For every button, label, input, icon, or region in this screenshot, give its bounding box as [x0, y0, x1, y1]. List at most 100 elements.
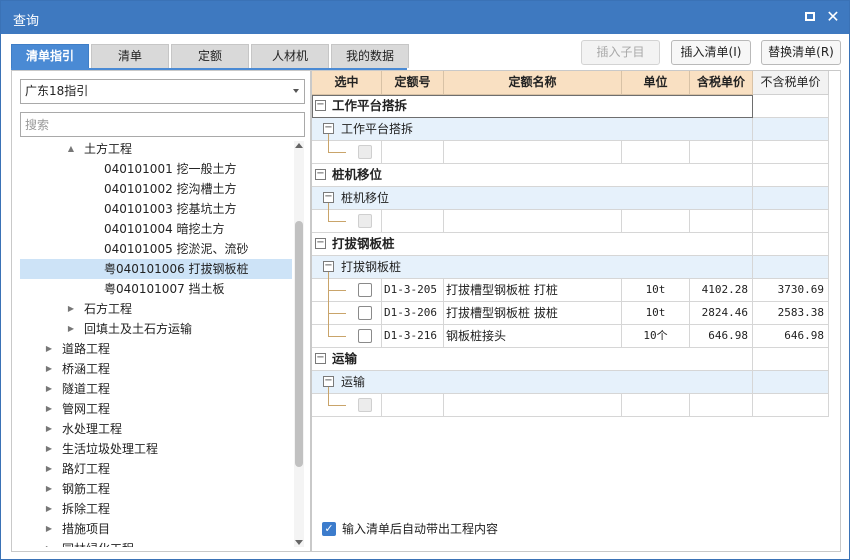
expand-arrow-icon[interactable]: ▶	[44, 399, 54, 419]
expand-arrow-icon[interactable]: ▶	[44, 339, 54, 359]
scroll-down-icon[interactable]	[295, 540, 303, 545]
quota-row[interactable]: D1-3-216 钢板桩接头 10个 646.98 646.98	[312, 325, 829, 348]
quota-row[interactable]	[312, 210, 829, 233]
col-quota-code[interactable]: 定额号	[382, 71, 444, 95]
row-checkbox[interactable]	[358, 306, 372, 320]
subgroup-row[interactable]: − 工作平台搭拆	[312, 118, 829, 141]
tab-list-guide[interactable]: 清单指引	[11, 44, 89, 68]
collapse-box-icon[interactable]: −	[323, 192, 334, 203]
quota-row[interactable]: D1-3-206 打拔槽型钢板桩 拔桩 10t 2824.46 2583.38	[312, 302, 829, 325]
select-cell[interactable]	[312, 394, 382, 416]
tree-item-040101003[interactable]: 040101003 挖基坑土方	[20, 199, 292, 219]
collapse-box-icon[interactable]: −	[323, 123, 334, 134]
tree-node[interactable]: ▶ 生活垃圾处理工程	[20, 439, 292, 459]
expand-arrow-icon[interactable]: ▶	[44, 359, 54, 379]
subgroup-row[interactable]: − 运输	[312, 371, 829, 394]
collapse-box-icon[interactable]: −	[323, 376, 334, 387]
price-notax-cell	[753, 210, 829, 232]
quota-row[interactable]: D1-3-205 打拔槽型钢板桩 打桩 10t 4102.28 3730.69	[312, 279, 829, 302]
col-quota-name[interactable]: 定额名称	[444, 71, 622, 95]
collapse-box-icon[interactable]: −	[315, 100, 326, 111]
quota-row[interactable]	[312, 394, 829, 417]
group-title: 桩机移位	[332, 167, 383, 182]
price-notax-cell	[753, 394, 829, 416]
col-unit[interactable]: 单位	[622, 71, 690, 95]
subgroup-title: 运输	[341, 375, 366, 389]
row-checkbox[interactable]	[358, 329, 372, 343]
expand-arrow-icon[interactable]: ▶	[44, 459, 54, 479]
tree-item-label: 桥涵工程	[62, 362, 111, 376]
tree-node[interactable]: ▶ 路灯工程	[20, 459, 292, 479]
expand-arrow-icon[interactable]: ▶	[66, 319, 76, 339]
collapse-box-icon[interactable]: −	[315, 169, 326, 180]
expand-arrow-icon[interactable]: ▶	[66, 299, 76, 319]
tree-node[interactable]: ▶ 园林绿化工程	[20, 539, 292, 547]
group-row[interactable]: − 工作平台搭拆	[312, 95, 829, 118]
subgroup-row[interactable]: − 打拔钢板桩	[312, 256, 829, 279]
tab-list[interactable]: 清单	[91, 44, 169, 68]
tree-node[interactable]: ▶ 回填土及土石方运输	[20, 319, 292, 339]
maximize-button[interactable]	[801, 8, 819, 26]
tree-node[interactable]: ▶ 钢筋工程	[20, 479, 292, 499]
tab-my-data[interactable]: 我的数据	[331, 44, 409, 68]
quota-row[interactable]	[312, 141, 829, 164]
scrollbar-thumb[interactable]	[295, 221, 303, 467]
title-bar[interactable]: 查询 ✕	[1, 1, 849, 34]
tree-node[interactable]: ▶ 水处理工程	[20, 419, 292, 439]
tree-item-040101005[interactable]: 040101005 挖淤泥、流砂	[20, 239, 292, 259]
insert-list-button[interactable]: 插入清单(I)	[671, 40, 751, 65]
expand-arrow-icon[interactable]: ▶	[44, 379, 54, 399]
expand-arrow-icon[interactable]: ▶	[44, 499, 54, 519]
tree-node[interactable]: ▶ 措施项目	[20, 519, 292, 539]
tree-node[interactable]: ▶ 拆除工程	[20, 499, 292, 519]
subgroup-row[interactable]: − 桩机移位	[312, 187, 829, 210]
group-row[interactable]: − 打拔钢板桩	[312, 233, 829, 256]
expand-arrow-icon[interactable]: ▶	[44, 479, 54, 499]
guide-library-select[interactable]: 广东18指引	[20, 79, 305, 104]
tree-node[interactable]: ▶ 道路工程	[20, 339, 292, 359]
search-input[interactable]	[20, 112, 305, 137]
tree-scrollbar[interactable]	[294, 141, 304, 547]
tree-node[interactable]: ▶ 管网工程	[20, 399, 292, 419]
col-price-without-tax[interactable]: 不含税单价	[753, 71, 829, 95]
col-price-with-tax[interactable]: 含税单价	[690, 71, 753, 95]
select-cell[interactable]	[312, 279, 382, 301]
tree-item-040101004[interactable]: 040101004 暗挖土方	[20, 219, 292, 239]
group-cell-tail	[753, 164, 829, 186]
tree-node[interactable]: ▶ 石方工程	[20, 299, 292, 319]
tab-labor-material-machine[interactable]: 人材机	[251, 44, 329, 68]
select-cell[interactable]	[312, 141, 382, 163]
tree-item-粤040101007[interactable]: 粤040101007 挡土板	[20, 279, 292, 299]
tree-item-粤040101006[interactable]: 粤040101006 打拔钢板桩	[20, 259, 292, 279]
collapse-box-icon[interactable]: −	[315, 238, 326, 249]
tree-node[interactable]: ▲ 土方工程	[20, 141, 292, 159]
close-button[interactable]: ✕	[824, 8, 842, 26]
expand-arrow-icon[interactable]: ▶	[44, 419, 54, 439]
select-cell[interactable]	[312, 210, 382, 232]
scroll-up-icon[interactable]	[295, 143, 303, 148]
collapse-arrow-icon[interactable]: ▲	[66, 141, 76, 159]
col-select[interactable]: 选中	[312, 71, 382, 95]
quota-code-cell: D1-3-206	[382, 302, 444, 324]
select-cell[interactable]	[312, 325, 382, 347]
select-cell[interactable]	[312, 302, 382, 324]
expand-arrow-icon[interactable]: ▶	[44, 519, 54, 539]
tree-item-040101001[interactable]: 040101001 挖一般土方	[20, 159, 292, 179]
expand-arrow-icon[interactable]: ▶	[44, 539, 54, 547]
tree-connector	[328, 336, 346, 337]
tree-node[interactable]: ▶ 桥涵工程	[20, 359, 292, 379]
tree-node[interactable]: ▶ 隧道工程	[20, 379, 292, 399]
expand-arrow-icon[interactable]: ▶	[44, 439, 54, 459]
collapse-box-icon[interactable]: −	[323, 261, 334, 272]
row-checkbox[interactable]	[358, 283, 372, 297]
group-row[interactable]: − 运输	[312, 348, 829, 371]
collapse-box-icon[interactable]: −	[315, 353, 326, 364]
tree-connector	[328, 405, 346, 406]
tab-quota[interactable]: 定额	[171, 44, 249, 68]
tree-item-label: 040101001 挖一般土方	[104, 159, 237, 179]
insert-child-button[interactable]: 插入子目	[581, 40, 660, 65]
replace-list-button[interactable]: 替换清单(R)	[761, 40, 841, 65]
tree-item-label: 040101003 挖基坑土方	[104, 199, 237, 219]
tree-item-040101002[interactable]: 040101002 挖沟槽土方	[20, 179, 292, 199]
group-row[interactable]: − 桩机移位	[312, 164, 829, 187]
